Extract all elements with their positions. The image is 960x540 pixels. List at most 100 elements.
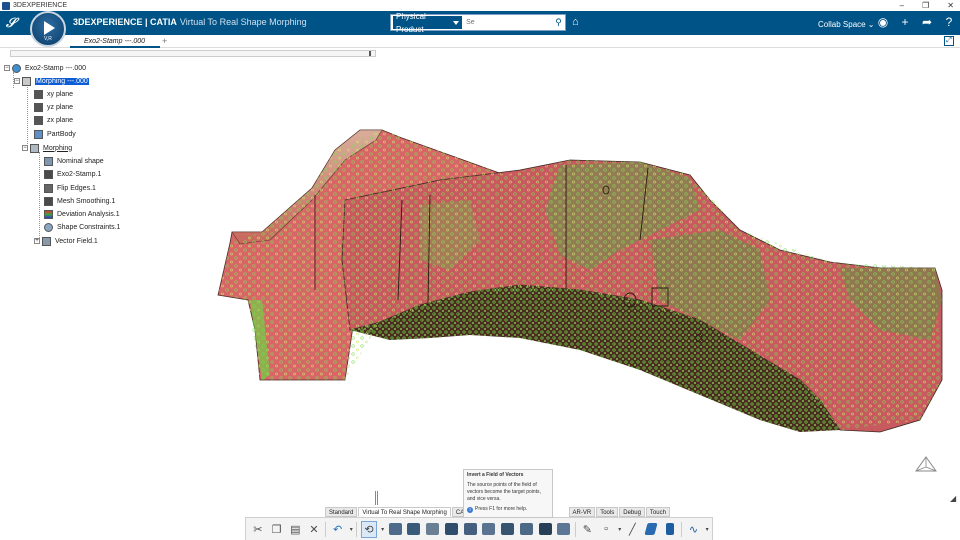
cut-icon[interactable]: ✂ [250,521,266,538]
fit-icon[interactable] [518,521,534,538]
tree-scrollbar[interactable] [10,50,376,57]
section-tab-virtual-to-real[interactable]: Virtual To Real Shape Morphing [358,507,451,517]
section-tab-standard[interactable]: Standard [325,507,358,517]
tree-node-label: Nominal shape [57,157,104,165]
tree-node-nominal-shape[interactable]: Nominal shape [44,155,104,167]
minimize-button[interactable]: – [900,0,904,11]
morph-icon[interactable] [387,521,403,538]
delete-icon[interactable]: ✕ [306,521,322,538]
morphing-set-icon [30,143,39,153]
tree-node-shape-constraints[interactable]: Shape Constraints.1 [44,221,120,233]
chevron-down-icon[interactable]: ▾ [617,521,623,538]
help-icon[interactable]: ? [942,15,956,29]
maximize-button[interactable]: ❐ [922,0,929,11]
section-tab-ar-vr[interactable]: AR-VR [568,507,596,517]
search-context-dropdown[interactable]: Physical Product [393,12,463,34]
flip-edges-icon [44,183,53,193]
plane-icon[interactable] [643,521,659,538]
separator [680,521,682,537]
chevron-down-icon[interactable]: ▾ [380,521,386,538]
add-icon[interactable]: + [898,15,912,29]
search-icon[interactable]: ⚲ [552,16,565,29]
tree-connector [27,84,28,148]
tree-node-partbody[interactable]: PartBody [34,128,76,140]
resize-handle-icon[interactable]: ◢ [950,494,956,503]
fullscreen-icon[interactable]: ⤢ [944,36,954,46]
tree-node-label: Exo2-Stamp ---.000 [25,64,87,72]
scan-icon[interactable] [462,521,478,538]
vector-icon[interactable] [481,521,497,538]
section-tab-tools[interactable]: Tools [596,507,619,517]
separator [324,521,326,537]
tree-node-label-selected: Morphing ---.000 [35,77,89,85]
tree-node-label: Vector Field.1 [55,237,98,245]
chevron-down-icon[interactable]: ▾ [704,521,710,538]
top-bar: 𝒮 3DEXPERIENCE | CATIA Virtual To Real Sh… [0,11,960,35]
app-name: Virtual To Real Shape Morphing [179,17,307,27]
tree-node-label: Morphing [43,144,73,152]
tree-node-label: Shape Constraints.1 [57,223,121,231]
tree-node-xy-plane[interactable]: xy plane [34,88,73,100]
invert-vectors-icon[interactable]: ⟲ [360,520,377,538]
compass-label: V,R [44,36,52,42]
share-icon[interactable]: ➦ [920,15,934,29]
chevron-down-icon[interactable]: ▾ [349,521,355,538]
tree-node-morphing-part[interactable]: − Morphing ---.000 [14,75,89,87]
window-title-bar: 3DEXPERIENCE – ❐ ✕ [0,0,960,11]
deviation-icon[interactable] [406,521,422,538]
sketch-icon[interactable]: ✎ [580,521,596,538]
add-tab-icon[interactable]: + [162,35,167,48]
section-tab-debug[interactable]: Debug [619,507,645,517]
ds-logo-icon[interactable]: 𝒮 [6,15,16,31]
collapse-icon[interactable]: − [4,65,10,71]
splitter-handle[interactable] [375,491,378,505]
tooltip-body: The source points of the field of vector… [467,482,541,502]
tab-document[interactable]: Exo2-Stamp ---.000 [70,35,160,48]
vector-field-icon [42,236,51,246]
search-input[interactable] [462,19,553,26]
section-tab-touch[interactable]: Touch [645,507,670,517]
search-context-label: Physical Product [396,11,426,34]
scrollbar-thumb[interactable] [369,51,371,56]
smooth-icon[interactable] [500,521,516,538]
tree-node-vector-field[interactable]: + Vector Field.1 [34,235,98,247]
tree-node-flip-edges[interactable]: Flip Edges.1 [44,182,96,194]
line-icon[interactable]: ╱ [625,521,641,538]
compass-button[interactable]: V,R [30,11,66,47]
tree-node-exo2-stamp[interactable]: Exo2-Stamp.1 [44,168,101,180]
app-brand: 3DEXPERIENCE | CATIA Virtual To Real Shap… [73,17,307,27]
tag-icon[interactable]: ⌂ [572,16,579,28]
tree-node-label: PartBody [47,130,76,138]
copy-icon[interactable]: ❐ [269,521,285,538]
surface-icon[interactable] [662,521,678,538]
tree-node-morphing-set[interactable]: − Morphing [22,142,72,154]
3d-viewport[interactable] [0,49,960,540]
tree-node-root[interactable]: − Exo2-Stamp ---.000 [4,62,86,74]
mesh-icon[interactable] [425,521,441,538]
collapse-icon[interactable]: − [14,78,20,84]
tree-node-yz-plane[interactable]: yz plane [34,101,73,113]
tree-node-zx-plane[interactable]: zx plane [34,114,73,126]
tree-node-label: yz plane [47,103,74,111]
map-icon[interactable] [556,521,572,538]
collab-space-selector[interactable]: Collab Space ⌄ [818,20,875,29]
collapse-icon[interactable]: − [22,145,28,151]
separator [574,521,576,537]
paste-icon[interactable]: ▤ [287,521,303,538]
analysis-icon[interactable] [537,521,553,538]
constraint-icon[interactable] [444,521,460,538]
search-bar[interactable]: Physical Product ⚲ [390,12,566,34]
tree-node-deviation-analysis[interactable]: Deviation Analysis.1 [44,208,120,220]
close-button[interactable]: ✕ [947,0,954,11]
tree-node-label: Exo2-Stamp.1 [57,170,102,178]
point-icon[interactable]: ▫ [598,521,614,538]
expand-icon[interactable]: + [34,238,40,244]
tree-node-mesh-smoothing[interactable]: Mesh Smoothing.1 [44,195,115,207]
plane-icon [34,89,43,99]
undo-icon[interactable]: ↶ [330,521,346,538]
tab-row: Exo2-Stamp ---.000 + [0,35,960,48]
user-icon[interactable]: ◉ [876,15,890,29]
curve-icon[interactable]: ∿ [686,521,702,538]
mesh-icon [44,169,53,179]
robot-compass-icon[interactable] [914,455,938,475]
